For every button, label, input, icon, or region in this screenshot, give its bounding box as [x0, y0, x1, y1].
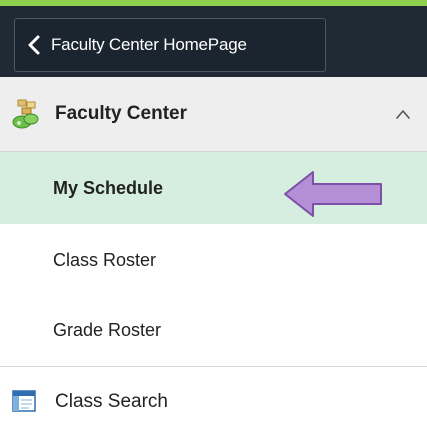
faculty-center-homepage-button[interactable]: Faculty Center HomePage [14, 18, 326, 72]
menu-item-class-roster[interactable]: Class Roster [0, 224, 427, 296]
menu-item-label: My Schedule [53, 177, 164, 198]
menu-item-label: Class Roster [53, 249, 157, 270]
menu-item-label: Grade Roster [53, 320, 162, 340]
faculty-center-icon [12, 99, 39, 129]
class-search-item[interactable]: Class Search [0, 366, 427, 437]
menu-item-grade-roster[interactable]: Grade Roster [0, 295, 427, 367]
class-search-label: Class Search [55, 391, 168, 412]
class-search-icon [12, 390, 36, 412]
chevron-up-icon[interactable] [395, 108, 411, 120]
faculty-center-section-header[interactable]: Faculty Center [0, 77, 427, 152]
purple-arrow-icon [284, 171, 382, 217]
chevron-left-icon [28, 35, 40, 55]
section-title: Faculty Center [55, 103, 187, 124]
header-bar: Faculty Center HomePage [0, 6, 427, 77]
back-button-label: Faculty Center HomePage [51, 35, 247, 54]
